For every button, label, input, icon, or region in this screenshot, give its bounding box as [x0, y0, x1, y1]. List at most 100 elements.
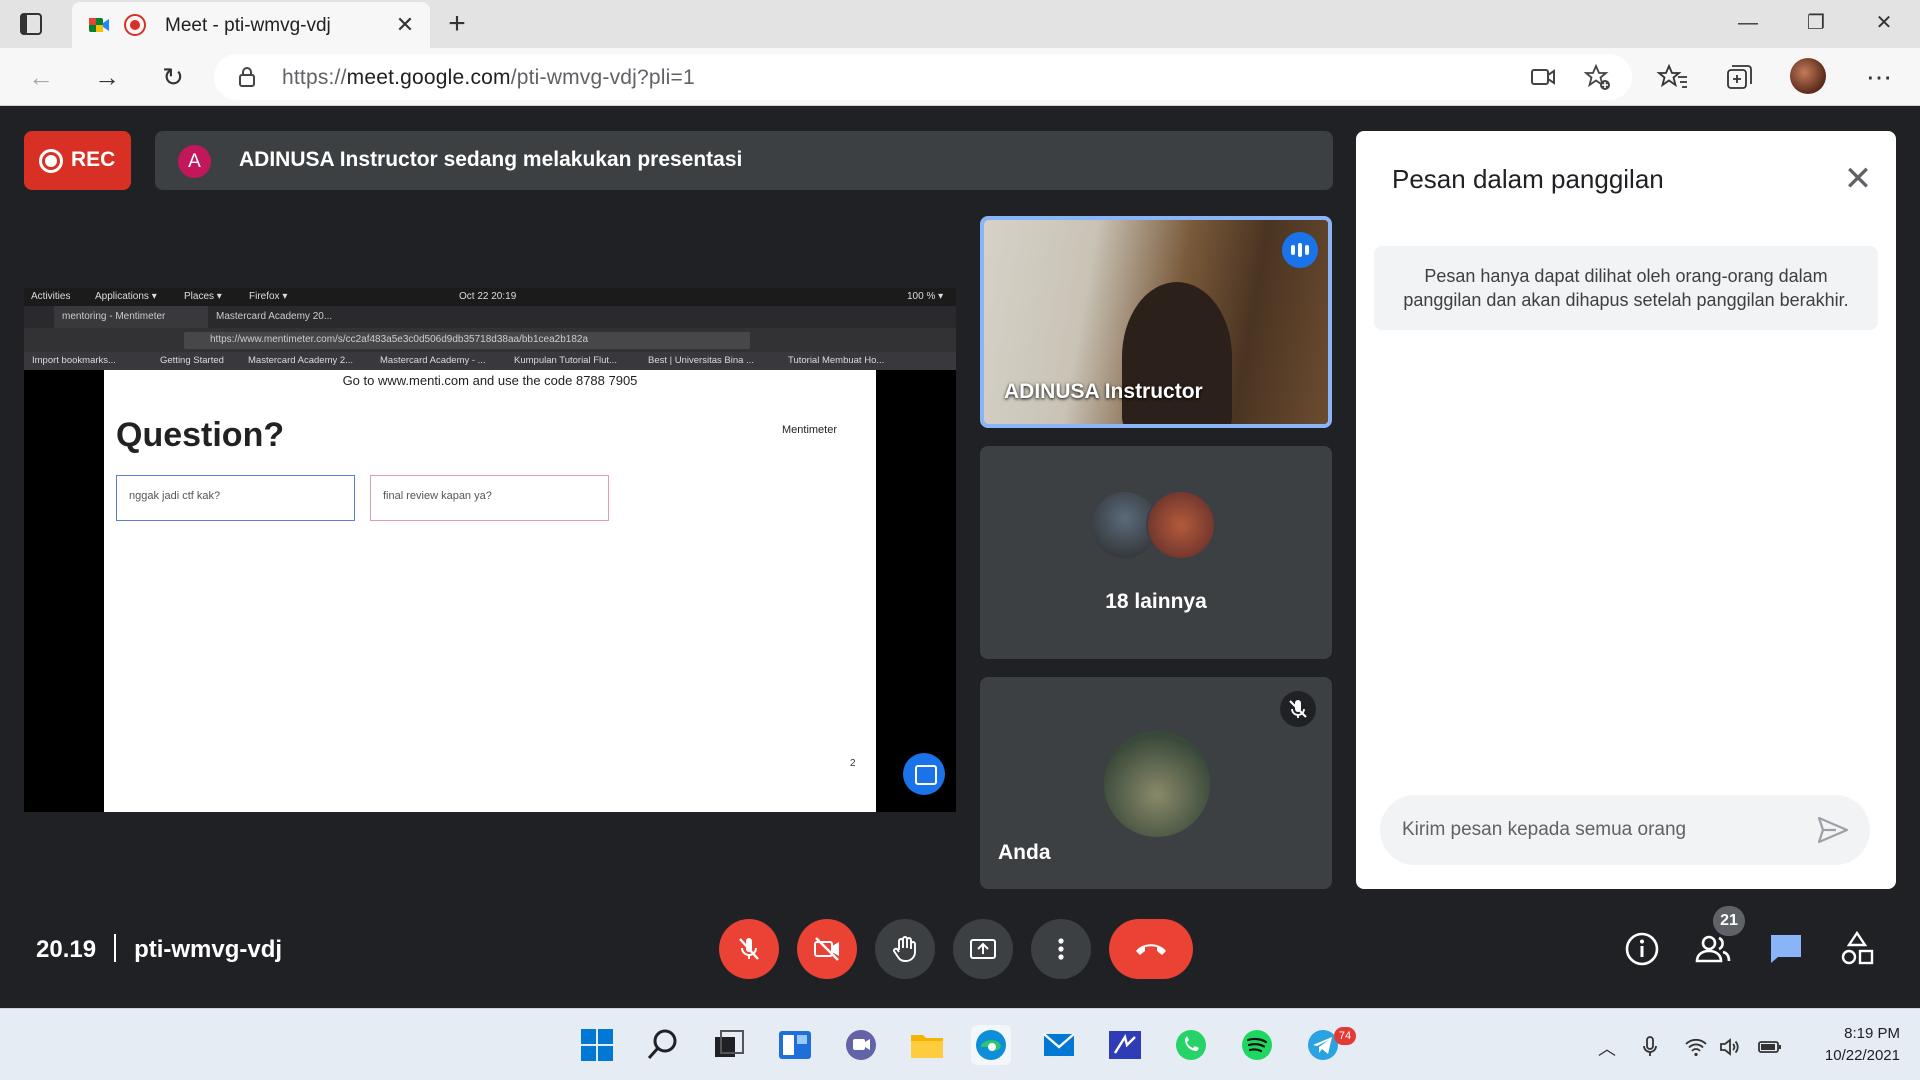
tab-title: Meet - pti-wmvg-vdj: [165, 15, 331, 36]
chat-panel: Pesan dalam panggilan ✕ Pesan hanya dapa…: [1356, 131, 1896, 889]
others-label: 18 lainnya: [1105, 590, 1207, 613]
edge-icon[interactable]: [971, 1025, 1011, 1065]
bookmark-item: Mastercard Academy - ...: [380, 355, 486, 366]
presenter-avatar: A: [178, 145, 211, 178]
refresh-icon[interactable]: ↻: [156, 60, 190, 94]
volume-icon[interactable]: [1718, 1035, 1742, 1059]
send-icon[interactable]: [1816, 815, 1850, 845]
forward-icon[interactable]: →: [90, 60, 124, 94]
search-icon[interactable]: [643, 1025, 683, 1065]
chat-icon[interactable]: [1767, 930, 1805, 968]
bookmark-item: Mastercard Academy 2...: [248, 355, 354, 366]
mic-toggle-button[interactable]: [719, 919, 779, 979]
bookmark-item: Best | Universitas Bina ...: [648, 355, 754, 366]
participant-tile-self[interactable]: Anda: [980, 677, 1332, 889]
clock-time: 8:19 PM: [1844, 1025, 1900, 1042]
question-heading: Question?: [116, 416, 285, 454]
file-explorer-icon[interactable]: [907, 1025, 947, 1065]
answer-card: final review kapan ya?: [370, 475, 609, 521]
gnome-applications: Applications ▾: [95, 291, 157, 302]
spotify-icon[interactable]: [1237, 1025, 1277, 1065]
telegram-badge: 74: [1334, 1027, 1356, 1045]
code-editor-icon[interactable]: [1105, 1025, 1145, 1065]
collections-icon[interactable]: [1722, 60, 1756, 94]
recording-dot-icon: [39, 149, 63, 173]
close-chat-icon[interactable]: ✕: [1838, 159, 1878, 199]
start-icon[interactable]: [577, 1025, 617, 1065]
profile-avatar[interactable]: [1790, 58, 1826, 94]
lock-icon[interactable]: [236, 66, 258, 88]
battery-icon[interactable]: [1757, 1035, 1781, 1059]
favorites-icon[interactable]: [1656, 60, 1690, 94]
firefox-url: https://www.mentimeter.com/s/cc2af483a5e…: [184, 332, 750, 349]
restore-icon[interactable]: ❐: [1796, 8, 1836, 38]
activities-icon[interactable]: [1838, 930, 1876, 968]
more-options-button[interactable]: [1031, 919, 1091, 979]
rec-label: REC: [71, 148, 116, 171]
close-window-icon[interactable]: ✕: [1864, 8, 1904, 38]
raise-hand-button[interactable]: [875, 919, 935, 979]
system-clock[interactable]: 8:19 PM 10/22/2021: [1800, 1023, 1900, 1067]
firefox-bookmarks-bar: Import bookmarks... Getting Started Mast…: [24, 352, 956, 370]
firefox-tab: mentoring - Mentimeter: [54, 306, 208, 328]
recording-badge: REC: [24, 131, 131, 190]
minimize-icon[interactable]: —: [1728, 8, 1768, 38]
answer-card: nggak jadi ctf kak?: [116, 475, 355, 521]
windows-taskbar: 74 ︿ 8:19 PM 10/22/2021: [0, 1008, 1920, 1080]
gnome-activities: Activities: [31, 291, 71, 302]
participant-name: Anda: [998, 841, 1051, 864]
task-view-icon[interactable]: [709, 1025, 749, 1065]
menti-chat-icon: [903, 753, 945, 795]
firefox-tab: Mastercard Academy 20...: [216, 311, 333, 322]
speaking-indicator-icon: [1282, 232, 1318, 268]
mail-icon[interactable]: [1039, 1025, 1079, 1065]
participant-tile-instructor[interactable]: ADINUSA Instructor: [980, 216, 1332, 428]
widgets-icon[interactable]: [775, 1025, 815, 1065]
close-tab-icon[interactable]: ✕: [392, 12, 418, 38]
browser-tab[interactable]: Meet - pti-wmvg-vdj ✕: [72, 2, 430, 48]
address-bar[interactable]: https://meet.google.com/pti-wmvg-vdj?pli…: [214, 54, 1632, 100]
tab-strip: Meet - pti-wmvg-vdj ✕ + — ❐ ✕: [0, 0, 1920, 48]
participant-tile-others[interactable]: 18 lainnya: [980, 446, 1332, 659]
show-hidden-icons-icon[interactable]: ︿: [1595, 1035, 1619, 1059]
camera-icon[interactable]: [1530, 65, 1556, 89]
whatsapp-icon[interactable]: [1171, 1025, 1211, 1065]
self-avatar: [1104, 731, 1210, 837]
participant-avatar: [1146, 490, 1216, 560]
leave-call-button[interactable]: [1109, 919, 1193, 979]
recording-icon: [124, 14, 146, 36]
back-icon[interactable]: ←: [24, 60, 58, 94]
meeting-info: 20.19 pti-wmvg-vdj: [36, 934, 282, 964]
wifi-icon[interactable]: [1684, 1035, 1708, 1059]
new-tab-icon[interactable]: +: [442, 9, 472, 39]
present-now-button[interactable]: [953, 919, 1013, 979]
gnome-top-bar: Activities Applications ▾ Places ▾ Firef…: [24, 288, 956, 306]
browser-toolbar: ← → ↻ https://meet.google.com/pti-wmvg-v…: [0, 48, 1920, 106]
bookmark-item: Getting Started: [160, 355, 224, 366]
mic-off-icon: [1280, 691, 1316, 727]
camera-toggle-button[interactable]: [797, 919, 857, 979]
people-count-badge: 21: [1713, 906, 1745, 936]
url-text[interactable]: https://meet.google.com/pti-wmvg-vdj?pli…: [282, 66, 695, 90]
firefox-nav-bar: https://www.mentimeter.com/s/cc2af483a5e…: [24, 328, 956, 352]
meeting-details-icon[interactable]: [1623, 930, 1661, 968]
google-meet-icon: [88, 14, 110, 36]
gnome-clock: Oct 22 20:19: [459, 291, 517, 302]
gnome-firefox: Firefox ▾: [249, 291, 288, 302]
gnome-battery: 100 % ▾: [907, 291, 944, 302]
teams-chat-icon[interactable]: [841, 1025, 881, 1065]
microphone-icon[interactable]: [1638, 1035, 1662, 1059]
participant-name: ADINUSA Instructor: [1004, 380, 1203, 403]
menti-code-line: Go to www.menti.com and use the code 878…: [342, 373, 638, 388]
more-menu-icon[interactable]: ⋯: [1862, 60, 1896, 94]
clock-date: 10/22/2021: [1824, 1047, 1900, 1064]
gnome-places: Places ▾: [184, 291, 222, 302]
presentation-screen: Activities Applications ▾ Places ▾ Firef…: [24, 288, 956, 812]
mentimeter-page: Go to www.menti.com and use the code 878…: [104, 370, 876, 812]
tab-actions-icon[interactable]: [18, 11, 44, 37]
chat-message-input[interactable]: [1380, 795, 1870, 865]
firefox-tabs: mentoring - Mentimeter Mastercard Academ…: [24, 306, 956, 328]
bookmark-item: Tutorial Membuat Ho...: [788, 355, 885, 366]
meeting-code: pti-wmvg-vdj: [134, 936, 283, 963]
add-favorite-icon[interactable]: [1583, 63, 1612, 92]
